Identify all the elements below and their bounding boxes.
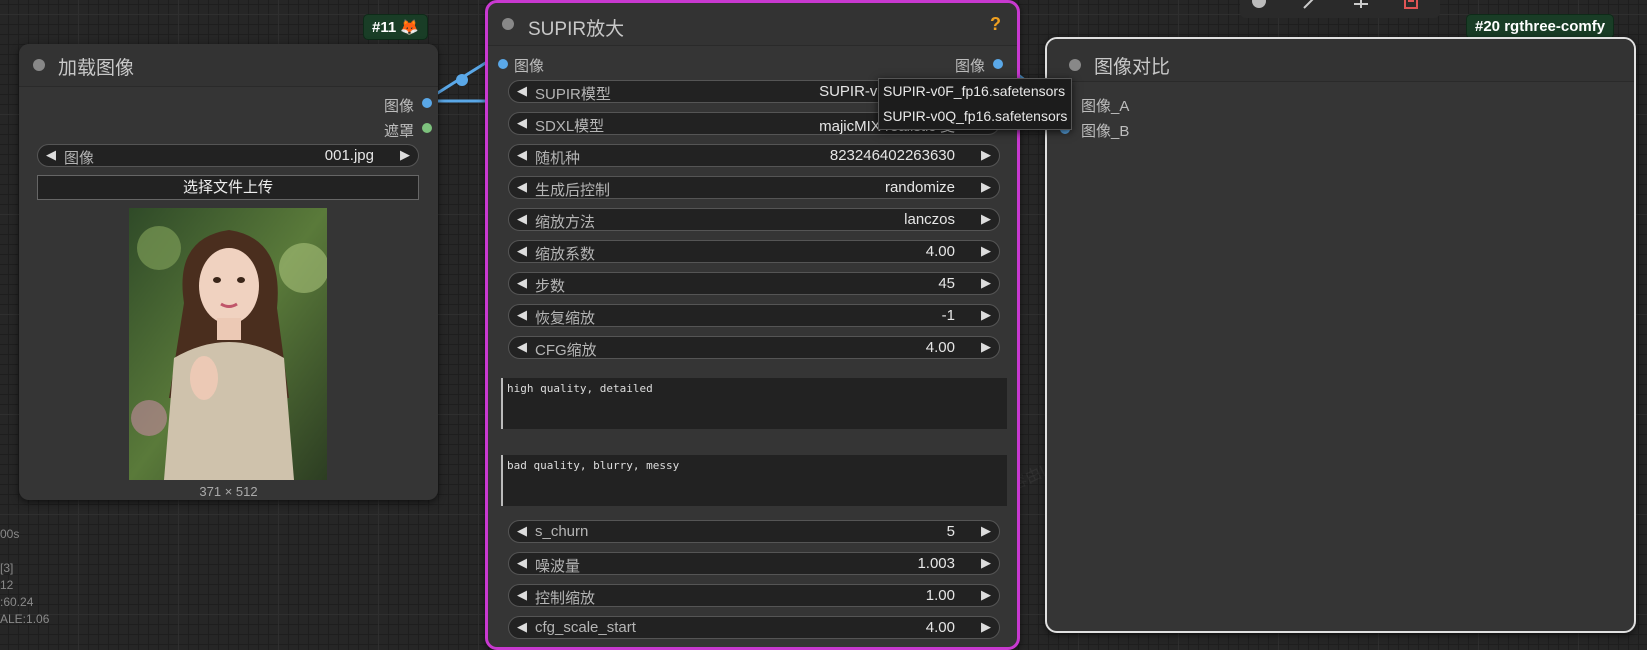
widget-label: SUPIR模型 xyxy=(535,86,611,103)
arrow-left-icon[interactable]: ◀ xyxy=(517,339,527,355)
arrow-right-icon[interactable]: ▶ xyxy=(981,211,991,227)
widget-value: 823246402263630 xyxy=(829,147,955,164)
node-id-badge: #11 🦊 xyxy=(363,14,429,40)
widget-value: 4.00 xyxy=(925,619,955,636)
positive-prompt-textarea[interactable]: high quality, detailed xyxy=(501,378,1007,429)
arrow-left-icon[interactable]: ◀ xyxy=(46,147,56,163)
image-size-label: 371 × 512 xyxy=(199,484,258,499)
widget-value: randomize xyxy=(884,179,955,196)
model-dropdown-menu[interactable]: SUPIR-v0F_fp16.safetensors SUPIR-v0Q_fp1… xyxy=(878,78,1073,130)
arrow-left-icon[interactable]: ◀ xyxy=(517,179,527,195)
widget-cfg-scale[interactable]: ◀ CFG缩放 4.00 ▶ xyxy=(508,336,1000,359)
image-combo[interactable]: ◀ 图像 001.jpg ▶ xyxy=(37,144,419,167)
arrow-right-icon[interactable]: ▶ xyxy=(981,587,991,603)
input-label-image: 图像 xyxy=(514,58,545,75)
dropdown-option[interactable]: SUPIR-v0Q_fp16.safetensors xyxy=(879,104,1071,129)
collapse-dot[interactable] xyxy=(33,59,45,71)
node-title-bar[interactable]: 加载图像 xyxy=(19,44,438,87)
arrow-right-icon[interactable]: ▶ xyxy=(981,307,991,323)
output-slot-image[interactable] xyxy=(422,98,432,108)
input-slot-image[interactable] xyxy=(498,59,508,69)
node-title-bar[interactable]: 图像对比 xyxy=(1047,39,1634,82)
arrow-left-icon[interactable]: ◀ xyxy=(517,115,527,131)
widget-scale-method[interactable]: ◀ 缩放方法 lanczos ▶ xyxy=(508,208,1000,231)
widget-restoration-scale[interactable]: ◀ 恢复缩放 -1 ▶ xyxy=(508,304,1000,327)
widget-steps[interactable]: ◀ 步数 45 ▶ xyxy=(508,272,1000,295)
node-title: SUPIR放大 xyxy=(528,19,625,40)
upload-button[interactable]: 选择文件上传 xyxy=(37,175,419,200)
node-title-bar[interactable]: SUPIR放大 ? xyxy=(488,3,1017,46)
collapse-dot[interactable] xyxy=(502,18,514,30)
arrow-left-icon[interactable]: ◀ xyxy=(517,275,527,291)
widget-value: -1 xyxy=(941,307,955,324)
arrow-right-icon[interactable]: ▶ xyxy=(981,147,991,163)
arrow-right-icon[interactable]: ▶ xyxy=(981,179,991,195)
widget-scale-by[interactable]: ◀ 缩放系数 4.00 ▶ xyxy=(508,240,1000,263)
widget-value: 5 xyxy=(946,523,955,540)
widget-label: 步数 xyxy=(535,278,566,295)
negative-prompt-textarea[interactable]: bad quality, blurry, messy xyxy=(501,455,1007,506)
image-comparer-node[interactable]: 图像对比 图像_A 图像_B xyxy=(1045,37,1636,633)
arrow-left-icon[interactable]: ◀ xyxy=(517,83,527,99)
node-title: 图像对比 xyxy=(1094,57,1171,78)
input-label-image-b: 图像_B xyxy=(1081,123,1130,140)
widget-s-noise[interactable]: ◀ 噪波量 1.003 ▶ xyxy=(508,552,1000,575)
output-slot-image[interactable] xyxy=(993,59,1003,69)
arrow-right-icon[interactable]: ▶ xyxy=(981,339,991,355)
widget-label: 生成后控制 xyxy=(535,182,611,199)
widget-label: 噪波量 xyxy=(535,558,581,575)
arrow-left-icon[interactable]: ◀ xyxy=(517,211,527,227)
output-label-mask: 遮罩 xyxy=(383,123,414,140)
widget-value: 4.00 xyxy=(925,243,955,260)
widget-s-churn[interactable]: ◀ s_churn 5 ▶ xyxy=(508,520,1000,543)
arrow-right-icon[interactable]: ▶ xyxy=(981,523,991,539)
widget-label: cfg_scale_start xyxy=(535,619,636,636)
widget-value: 001.jpg xyxy=(324,147,374,164)
link-midpoint xyxy=(456,74,468,86)
node-id-badge: #20 rgthree-comfy xyxy=(1466,14,1615,39)
widget-label: 随机种 xyxy=(535,150,581,167)
widget-control-scale[interactable]: ◀ 控制缩放 1.00 ▶ xyxy=(508,584,1000,607)
widget-seed[interactable]: ◀ 随机种 823246402263630 ▶ xyxy=(508,144,1000,167)
widget-value: 1.00 xyxy=(925,587,955,604)
collapse-dot[interactable] xyxy=(1069,59,1081,71)
arrow-left-icon[interactable]: ◀ xyxy=(517,619,527,635)
load-image-node[interactable]: 加载图像 图像 遮罩 ◀ 图像 001.jpg ▶ 选择文件上传 371 × 5… xyxy=(19,44,438,500)
arrow-left-icon[interactable]: ◀ xyxy=(517,147,527,163)
widget-label: 恢复缩放 xyxy=(535,310,596,327)
widget-value: 45 xyxy=(938,275,955,292)
output-slot-mask[interactable] xyxy=(422,123,432,133)
input-label-image-a: 图像_A xyxy=(1081,98,1130,115)
arrow-right-icon[interactable]: ▶ xyxy=(981,243,991,259)
arrow-left-icon[interactable]: ◀ xyxy=(517,307,527,323)
widget-label: CFG缩放 xyxy=(535,342,597,359)
output-label-image: 图像 xyxy=(383,98,414,115)
widget-value: 4.00 xyxy=(925,339,955,356)
widget-label: 图像 xyxy=(64,150,95,167)
widget-label: 控制缩放 xyxy=(535,590,596,607)
widget-label: SDXL模型 xyxy=(535,118,605,135)
arrow-right-icon[interactable]: ▶ xyxy=(981,275,991,291)
widget-control-after-generate[interactable]: ◀ 生成后控制 randomize ▶ xyxy=(508,176,1000,199)
help-icon[interactable]: ? xyxy=(990,14,1001,35)
widget-value: 1.003 xyxy=(917,555,955,572)
widget-value: lanczos xyxy=(904,211,955,228)
output-label-image: 图像 xyxy=(954,58,985,75)
node-title: 加载图像 xyxy=(58,58,135,79)
arrow-right-icon[interactable]: ▶ xyxy=(400,147,410,163)
arrow-left-icon[interactable]: ◀ xyxy=(517,555,527,571)
arrow-right-icon[interactable]: ▶ xyxy=(981,619,991,635)
arrow-left-icon[interactable]: ◀ xyxy=(517,243,527,259)
dropdown-option[interactable]: SUPIR-v0F_fp16.safetensors xyxy=(879,79,1071,104)
image-preview xyxy=(129,208,327,480)
widget-label: s_churn xyxy=(535,523,589,540)
arrow-left-icon[interactable]: ◀ xyxy=(517,523,527,539)
widget-label: 缩放系数 xyxy=(535,246,596,263)
arrow-right-icon[interactable]: ▶ xyxy=(981,555,991,571)
widget-label: 缩放方法 xyxy=(535,214,596,231)
arrow-left-icon[interactable]: ◀ xyxy=(517,587,527,603)
